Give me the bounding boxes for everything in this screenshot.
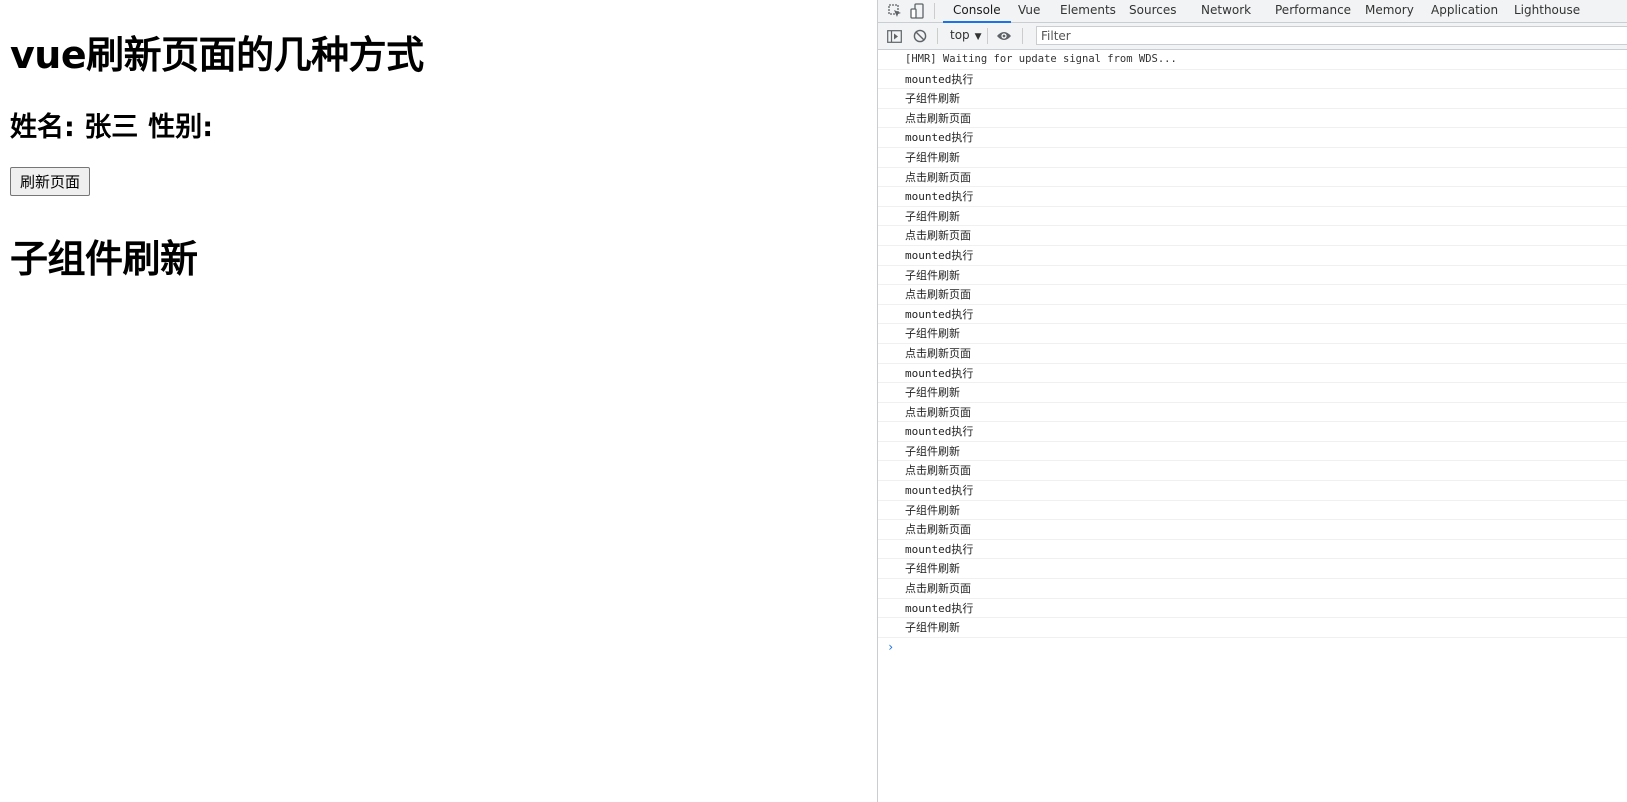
- console-message: 点击刷新页面: [878, 109, 1627, 129]
- gender-label: 性别:: [148, 112, 214, 143]
- console-message: 点击刷新页面: [878, 403, 1627, 423]
- tab-vue[interactable]: Vue: [1018, 0, 1040, 22]
- devtools-panel: Console Vue Elements Sources Network Per…: [877, 0, 1627, 802]
- console-message: 子组件刷新: [878, 89, 1627, 109]
- page-title: vue刷新页面的几种方式: [10, 33, 424, 77]
- console-message: 点击刷新页面: [878, 285, 1627, 305]
- console-message: 点击刷新页面: [878, 226, 1627, 246]
- toolbar-divider: [987, 28, 988, 44]
- child-component-text: 子组件刷新: [10, 237, 198, 281]
- context-label: top: [950, 28, 970, 42]
- console-message: 点击刷新页面: [878, 344, 1627, 364]
- toolbar-divider: [1022, 28, 1023, 44]
- sidebar-toggle-icon[interactable]: [885, 27, 903, 45]
- console-message: 子组件刷新: [878, 324, 1627, 344]
- console-message: 点击刷新页面: [878, 579, 1627, 599]
- console-message: 点击刷新页面: [878, 461, 1627, 482]
- refresh-page-button[interactable]: 刷新页面: [10, 167, 91, 196]
- clear-console-icon[interactable]: [911, 27, 929, 45]
- device-toggle-icon[interactable]: [908, 2, 926, 20]
- tab-elements[interactable]: Elements: [1060, 0, 1116, 22]
- tab-console[interactable]: Console: [943, 0, 1011, 23]
- eye-icon[interactable]: [995, 27, 1013, 45]
- console-message: 子组件刷新: [878, 148, 1627, 168]
- console-message: mounted执行: [878, 540, 1627, 560]
- console-message: 子组件刷新: [878, 207, 1627, 227]
- console-message: mounted执行: [878, 305, 1627, 325]
- context-selector[interactable]: top ▼: [950, 28, 982, 42]
- console-message: mounted执行: [878, 187, 1627, 207]
- console-message: 子组件刷新: [878, 618, 1627, 638]
- console-message: 子组件刷新: [878, 559, 1627, 580]
- console-filter-input[interactable]: [1036, 26, 1627, 45]
- page-content: vue刷新页面的几种方式 姓名: 张三 性别: 刷新页面 子组件刷新: [0, 0, 877, 802]
- console-message: 子组件刷新: [878, 501, 1627, 521]
- toolbar-divider: [937, 28, 938, 44]
- tab-network[interactable]: Network: [1201, 0, 1251, 22]
- tab-application[interactable]: Application: [1431, 0, 1498, 22]
- tab-sources[interactable]: Sources: [1129, 0, 1176, 22]
- name-label: 姓名: 张三: [10, 112, 139, 143]
- toolbar-divider: [934, 3, 935, 19]
- console-messages: [HMR] Waiting for update signal from WDS…: [878, 50, 1627, 638]
- tab-performance[interactable]: Performance: [1275, 0, 1351, 22]
- console-message: mounted执行: [878, 481, 1627, 501]
- console-message: mounted执行: [878, 70, 1627, 90]
- console-message: [HMR] Waiting for update signal from WDS…: [878, 50, 1627, 70]
- console-message: 点击刷新页面: [878, 520, 1627, 540]
- console-message: mounted执行: [878, 422, 1627, 442]
- inspect-element-icon[interactable]: [886, 2, 904, 20]
- console-message: mounted执行: [878, 128, 1627, 148]
- console-message: 子组件刷新: [878, 266, 1627, 286]
- console-message: mounted执行: [878, 364, 1627, 384]
- caret-down-icon: ▼: [974, 32, 982, 42]
- console-message: 子组件刷新: [878, 442, 1627, 462]
- tab-memory[interactable]: Memory: [1365, 0, 1414, 22]
- tab-lighthouse[interactable]: Lighthouse: [1514, 0, 1580, 22]
- devtools-tab-bar: Console Vue Elements Sources Network Per…: [878, 0, 1627, 23]
- console-message: mounted执行: [878, 246, 1627, 266]
- console-message: mounted执行: [878, 599, 1627, 619]
- person-info: 姓名: 张三 性别:: [10, 105, 223, 144]
- console-message: 点击刷新页面: [878, 168, 1627, 188]
- console-toolbar: top ▼: [878, 23, 1627, 50]
- console-message: 子组件刷新: [878, 383, 1627, 403]
- console-prompt[interactable]: ›: [887, 640, 894, 654]
